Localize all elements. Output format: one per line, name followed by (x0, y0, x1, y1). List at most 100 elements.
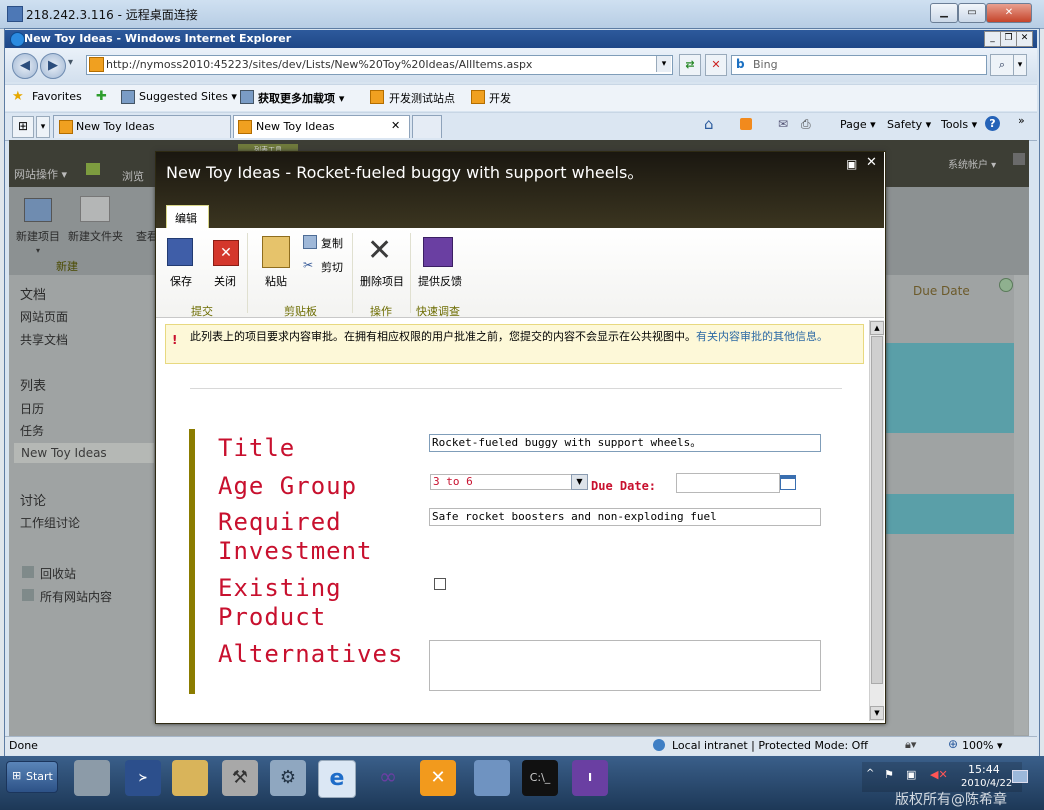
nav-docs-header[interactable]: 文档 (20, 284, 46, 303)
page-menu[interactable]: Page ▾ (840, 118, 876, 131)
nav-lists-header[interactable]: 列表 (20, 375, 46, 394)
scroll-up-icon[interactable]: ▲ (870, 321, 884, 335)
new-item-icon[interactable] (24, 198, 52, 222)
action-center-flag-icon[interactable]: ⚑ (884, 768, 894, 781)
nav-tasks[interactable]: 任务 (20, 422, 44, 439)
help-icon[interactable]: ? (985, 116, 1000, 131)
age-group-select[interactable]: 3 to 6 (430, 474, 577, 490)
paste-button[interactable]: 粘贴 (265, 273, 287, 289)
navigate-up-icon[interactable] (86, 163, 100, 175)
nav-new-toy-ideas[interactable]: New Toy Ideas (21, 446, 107, 460)
close-form-icon[interactable]: ✕ (213, 240, 239, 266)
read-mail-icon[interactable]: ✉ (778, 117, 788, 131)
recent-pages-chevron-icon[interactable]: ▾ (68, 57, 73, 68)
tools-menu[interactable]: Tools ▾ (941, 118, 977, 131)
feedback-icon[interactable] (423, 237, 453, 267)
close-button[interactable]: ✕ (986, 3, 1032, 23)
due-date-input[interactable] (676, 473, 780, 493)
dialog-maximize-icon[interactable]: ▣ (846, 157, 857, 171)
refresh-icon[interactable]: ⇄ (679, 54, 701, 76)
close-tab-icon[interactable]: ✕ (391, 119, 400, 132)
new-item-chevron-icon[interactable]: ▾ (36, 246, 40, 255)
dev-test-site-link[interactable]: 开发测试站点 (389, 90, 455, 106)
site-actions-menu[interactable]: 网站操作 ▾ (14, 166, 67, 182)
list-settings-icon[interactable] (999, 278, 1013, 292)
ie-close-button[interactable]: ✕ (1016, 31, 1033, 47)
nav-calendar[interactable]: 日历 (20, 400, 44, 417)
paste-icon[interactable] (262, 236, 290, 268)
back-button[interactable]: ◀ (12, 53, 38, 79)
forward-button[interactable]: ▶ (40, 53, 66, 79)
server-manager-icon[interactable] (74, 760, 110, 796)
due-date-column-header[interactable]: Due Date (913, 284, 970, 298)
show-desktop-icon[interactable] (1012, 770, 1028, 783)
cut-icon[interactable]: ✂ (303, 258, 313, 272)
calendar-icon[interactable] (780, 475, 796, 490)
new-folder-button[interactable]: 新建文件夹 (68, 228, 123, 244)
close-form-button[interactable]: 关闭 (214, 273, 236, 289)
save-icon[interactable] (167, 238, 193, 266)
delete-item-button[interactable]: 删除项目 (360, 273, 404, 289)
sharepoint-designer-icon[interactable] (474, 760, 510, 796)
browse-tab[interactable]: 浏览 (122, 168, 144, 184)
ie-minimize-button[interactable]: _ (984, 31, 1001, 47)
clock-date[interactable]: 2010/4/22 (961, 778, 1012, 789)
search-icon[interactable]: ⌕ (990, 54, 1014, 76)
zoom-level[interactable]: 100% ▾ (962, 739, 1002, 752)
new-item-button[interactable]: 新建项目 (16, 228, 60, 244)
visual-studio-icon[interactable]: ∞ (370, 760, 406, 796)
dev-site-link[interactable]: 开发 (489, 90, 511, 106)
safety-menu[interactable]: Safety ▾ (887, 118, 931, 131)
scroll-down-icon[interactable]: ▼ (870, 706, 884, 720)
address-dropdown-icon[interactable]: ▾ (656, 56, 671, 72)
favorites-button[interactable]: Favorites (32, 90, 82, 103)
tools-icon[interactable]: ✕ (420, 760, 456, 796)
admin-tools-icon[interactable]: ⚒ (222, 760, 258, 796)
copy-icon[interactable] (303, 235, 317, 249)
save-button[interactable]: 保存 (170, 273, 192, 289)
new-tab-button[interactable] (412, 115, 442, 138)
approval-info-link[interactable]: 有关内容审批的其他信息。 (696, 330, 828, 343)
title-input[interactable] (429, 434, 821, 452)
ie-restore-button[interactable]: ❐ (1000, 31, 1017, 47)
nav-recycle-bin[interactable]: 回收站 (40, 565, 76, 582)
show-hidden-icons-chevron-icon[interactable]: ^ (866, 768, 874, 779)
cut-button[interactable]: 剪切 (321, 259, 343, 275)
minimize-button[interactable]: ▁ (930, 3, 958, 23)
security-zone-text[interactable]: Local intranet | Protected Mode: Off (672, 739, 868, 752)
stop-icon[interactable]: ✕ (705, 54, 727, 76)
account-menu[interactable]: 系统帐户 ▾ (948, 156, 996, 171)
search-options-chevron-icon[interactable]: ▾ (1013, 54, 1027, 76)
nav-all-content[interactable]: 所有网站内容 (40, 588, 112, 605)
clock-time[interactable]: 15:44 (968, 763, 1000, 776)
page-scrollbar[interactable] (1014, 275, 1028, 735)
delete-item-icon[interactable]: ✕ (367, 236, 392, 266)
suggested-sites-link[interactable]: Suggested Sites ▾ (139, 90, 237, 103)
nav-site-pages[interactable]: 网站页面 (20, 308, 68, 325)
protected-mode-icon[interactable]: 🔒︎▾ (905, 738, 916, 752)
powershell-icon[interactable]: ≻ (125, 760, 161, 796)
dialog-close-icon[interactable]: ✕ (866, 155, 877, 170)
existing-product-checkbox[interactable] (434, 578, 446, 590)
network-icon[interactable]: ▣ (906, 768, 916, 781)
internet-explorer-icon[interactable]: e (318, 760, 356, 798)
more-addons-link[interactable]: 获取更多加载项 ▾ (258, 90, 344, 106)
add-favorite-icon[interactable]: ✚ (96, 89, 107, 104)
infopath-icon[interactable]: I (572, 760, 608, 796)
nav-discussions-header[interactable]: 讨论 (20, 490, 46, 509)
home-icon[interactable]: ⌂ (704, 115, 714, 133)
print-icon[interactable]: ⎙ (801, 117, 811, 132)
explorer-folder-icon[interactable] (172, 760, 208, 796)
services-gear-icon[interactable]: ⚙ (270, 760, 306, 796)
maximize-button[interactable]: ▭ (958, 3, 986, 23)
toolbar-overflow-icon[interactable]: » (1018, 114, 1025, 127)
new-folder-icon[interactable] (80, 196, 110, 222)
investment-input[interactable] (429, 508, 821, 526)
nav-team-discussion[interactable]: 工作组讨论 (20, 514, 80, 531)
quick-tabs-icon[interactable]: ⊞ (12, 116, 34, 138)
feedback-button[interactable]: 提供反馈 (418, 273, 462, 289)
scroll-thumb[interactable] (871, 336, 883, 684)
tab-list-chevron-icon[interactable]: ▾ (36, 116, 50, 138)
rss-feed-icon[interactable] (740, 118, 752, 130)
nav-shared-docs[interactable]: 共享文档 (20, 331, 68, 348)
